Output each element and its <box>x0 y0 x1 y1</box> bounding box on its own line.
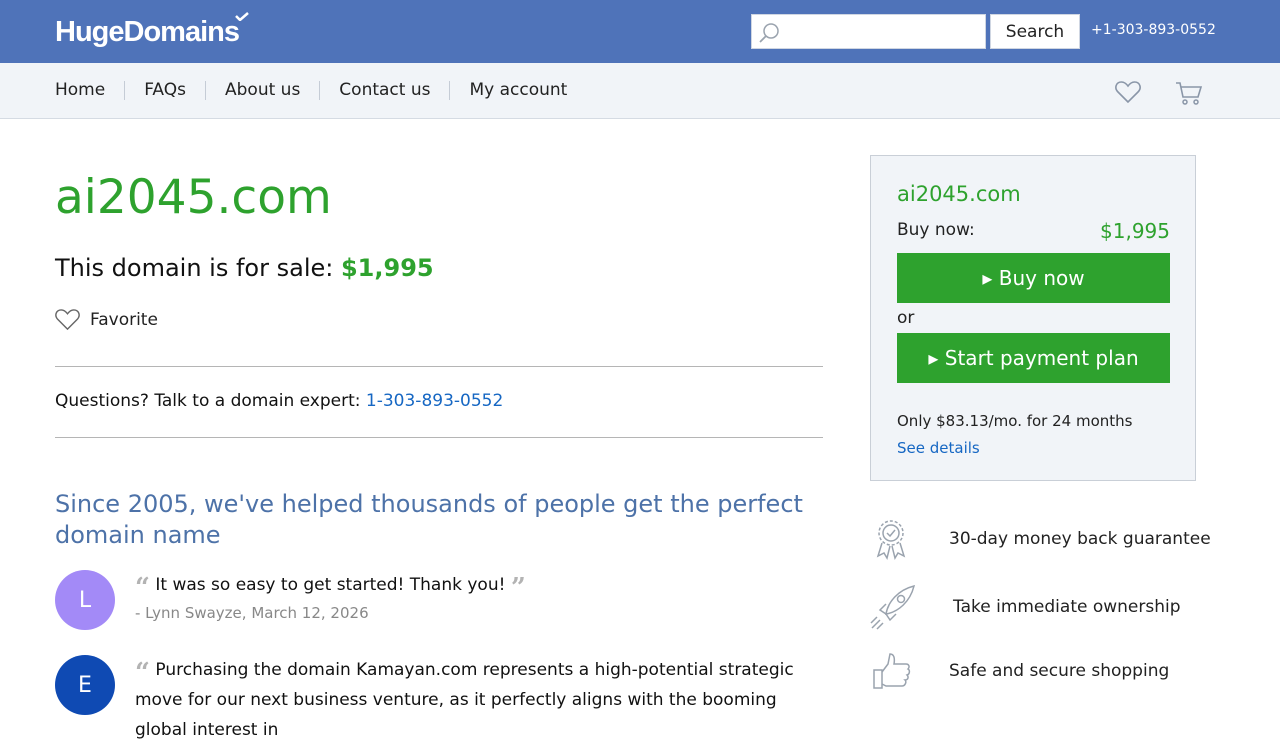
for-sale-text: This domain is for sale: <box>55 254 341 282</box>
for-sale-line: This domain is for sale: $1,995 <box>55 254 434 282</box>
open-quote-icon: “ <box>135 573 150 603</box>
start-payment-plan-button[interactable]: ▸ Start payment plan <box>897 333 1170 383</box>
avatar: E <box>55 655 115 715</box>
since-heading: Since 2005, we've helped thousands of pe… <box>55 490 803 549</box>
nav-item-faqs[interactable]: FAQs <box>144 80 186 100</box>
nav-item-about-us[interactable]: About us <box>225 80 300 100</box>
heart-icon <box>55 309 80 331</box>
search-field[interactable] <box>751 14 986 49</box>
testimonial-text: Purchasing the domain Kamayan.com repres… <box>135 660 794 740</box>
or-label: or <box>897 308 915 328</box>
award-ribbon-icon <box>876 520 906 560</box>
buybox-domain: ai2045.com <box>897 182 1021 206</box>
monthly-payment-text: Only $83.13/mo. for 24 months <box>897 412 1133 430</box>
domain-title: ai2045.com <box>55 170 332 225</box>
nav-divider <box>449 80 451 100</box>
logo[interactable]: HugeDomains <box>55 16 240 49</box>
testimonial-text: It was so easy to get started! Thank you… <box>155 575 506 595</box>
thumbs-up-icon <box>873 653 911 689</box>
feature-secure <box>870 650 916 696</box>
testimonial-quote: “ Purchasing the domain Kamayan.com repr… <box>135 655 825 745</box>
avatar: L <box>55 570 115 630</box>
close-quote-icon: ” <box>510 573 526 603</box>
buy-box: ai2045.com Buy now: $1,995 ▸ Buy now or … <box>870 155 1196 481</box>
feature-label: Take immediate ownership <box>953 597 1181 617</box>
for-sale-price: $1,995 <box>340 254 434 282</box>
favorite-label: Favorite <box>90 309 158 330</box>
buybox-price: $1,995 <box>1100 219 1170 243</box>
see-details-link[interactable]: See details <box>897 439 980 457</box>
buy-now-button[interactable]: ▸ Buy now <box>897 253 1170 303</box>
favorite-button[interactable]: Favorite <box>55 308 158 331</box>
nav-item-contact-us[interactable]: Contact us <box>339 80 430 100</box>
feature-label: Safe and secure shopping <box>949 661 1170 681</box>
logo-check-icon <box>235 12 249 21</box>
top-bar: HugeDomains Search +1-303-893-0552 <box>0 0 1280 63</box>
expert-phone-link[interactable]: 1-303-893-0552 <box>366 391 503 411</box>
nav-item-my-account[interactable]: My account <box>469 80 567 100</box>
search-input[interactable] <box>752 15 985 48</box>
favorites-heart-icon[interactable] <box>1115 80 1141 104</box>
search-button[interactable]: Search <box>990 14 1080 49</box>
testimonial: E “ Purchasing the domain Kamayan.com re… <box>55 655 825 745</box>
rocket-icon <box>870 584 916 630</box>
search-icon <box>759 23 779 43</box>
testimonial-quote: “ It was so easy to get started! Thank y… <box>135 570 825 603</box>
buy-now-label: Buy now: <box>897 220 975 240</box>
feature-money-back <box>870 516 916 562</box>
cart-icon[interactable] <box>1175 80 1203 106</box>
feature-label: 30-day money back guarantee <box>949 529 1211 549</box>
testimonial-author: - Lynn Swayze, March 12, 2026 <box>135 604 369 622</box>
header-phone[interactable]: +1-303-893-0552 <box>1091 22 1216 38</box>
divider <box>55 366 823 367</box>
main-nav: Home FAQs About us Contact us My account <box>0 63 1280 119</box>
testimonial: L “ It was so easy to get started! Thank… <box>55 570 825 630</box>
questions-text: Questions? Talk to a domain expert: <box>55 391 366 411</box>
nav-divider <box>319 80 321 100</box>
nav-item-home[interactable]: Home <box>55 80 105 100</box>
open-quote-icon: “ <box>135 658 150 688</box>
divider <box>55 437 823 438</box>
nav-divider <box>205 80 206 100</box>
nav-divider <box>124 80 126 100</box>
feature-ownership <box>870 584 916 630</box>
questions-line: Questions? Talk to a domain expert: 1-30… <box>55 391 503 411</box>
